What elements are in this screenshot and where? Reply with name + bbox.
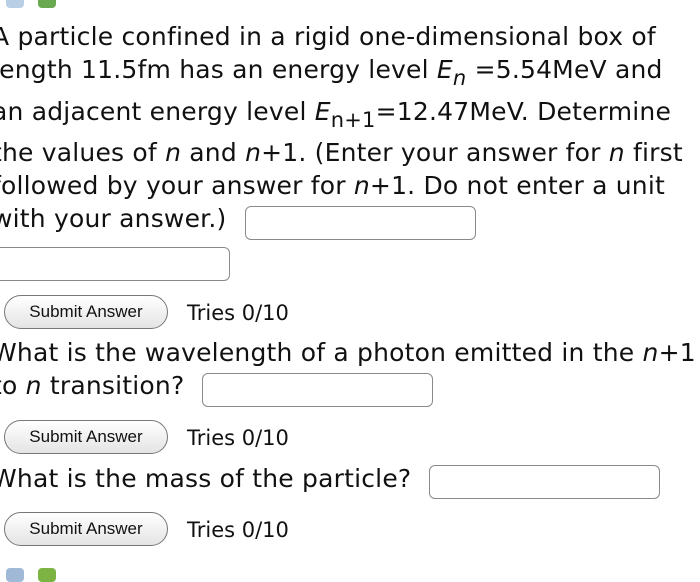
wavelength-answer-input[interactable] — [202, 373, 433, 407]
tries-count-2: Tries 0/10 — [187, 426, 289, 450]
q1-line-5: followed by your answer for n+1. Do not … — [0, 171, 665, 200]
tries-count-3: Tries 0/10 — [187, 518, 289, 542]
pencil-icon[interactable] — [38, 568, 56, 582]
q1-line-2: length 11.5fm has an energy level En =5.… — [0, 55, 663, 90]
n-answer-input[interactable] — [245, 206, 476, 240]
n-plus-1-answer-input[interactable] — [0, 247, 230, 281]
q3-line-1: What is the mass of the particle? — [0, 464, 412, 493]
globe-icon[interactable] — [6, 0, 24, 8]
q2-line-1: What is the wavelength of a photon emitt… — [0, 338, 696, 367]
q1-line-6: with your answer.) — [0, 204, 227, 233]
chat-icon[interactable] — [6, 568, 24, 582]
q2-line-2: to n transition? — [0, 371, 185, 400]
q1-line-3: an adjacent energy level En+1=12.47MeV. … — [0, 97, 672, 132]
submit-answer-button-2[interactable]: Submit Answer — [4, 420, 168, 454]
tries-count-1: Tries 0/10 — [187, 301, 289, 325]
mass-answer-input[interactable] — [429, 465, 660, 499]
submit-answer-button-1[interactable]: Submit Answer — [4, 295, 168, 329]
submit-answer-button-3[interactable]: Submit Answer — [4, 512, 168, 546]
stack-icon[interactable] — [38, 0, 56, 8]
q1-line-1: A particle confined in a rigid one-dimen… — [0, 22, 656, 51]
q1-line-4: the values of n and n+1. (Enter your ans… — [0, 138, 683, 167]
